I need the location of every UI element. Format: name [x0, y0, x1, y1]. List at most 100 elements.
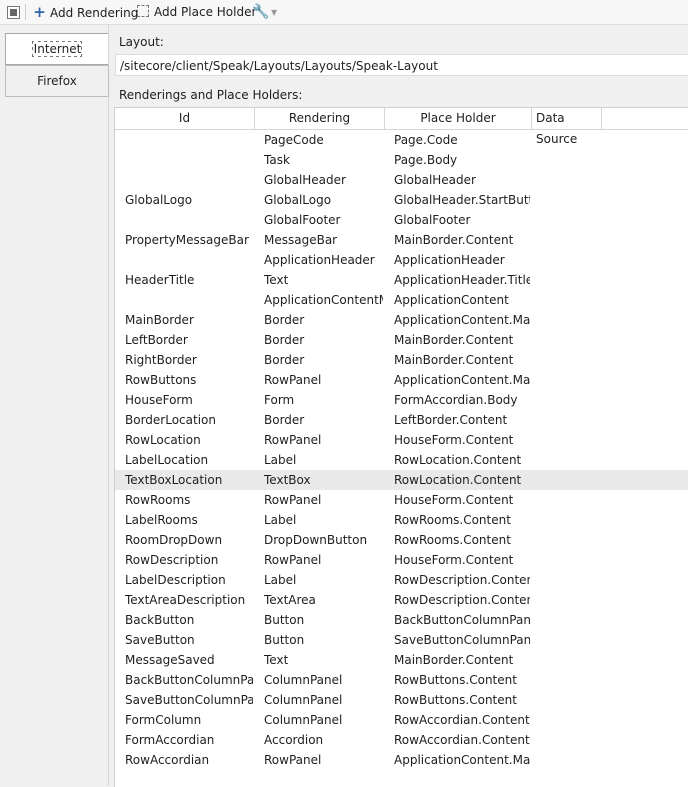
cell-id: SaveButtonColumnPane — [125, 693, 253, 707]
cell-id: RowButtons — [125, 373, 197, 387]
cell-id: LabelDescription — [125, 573, 226, 587]
table-row[interactable]: TextBoxLocation TextBox RowLocation.Conten… — [115, 470, 688, 490]
cell-placeholder: SaveButtonColumnPanel. — [394, 633, 530, 647]
cell-rendering: RowPanel — [264, 753, 322, 767]
cell-rendering: ColumnPanel — [264, 713, 343, 727]
cell-id: RowLocation — [125, 433, 201, 447]
toolbar-divider — [25, 4, 26, 20]
table-row[interactable]: MainBorder Border ApplicationContent.Main — [115, 310, 688, 330]
tab-internet-explorer[interactable]: Internet Explorer — [5, 33, 108, 87]
table-row[interactable]: FormColumn ColumnPanel RowAccordian.Conten… — [115, 710, 688, 730]
cell-placeholder: RowRooms.Content — [394, 513, 511, 527]
cell-rendering: ApplicationHeader — [264, 253, 375, 267]
table-row[interactable]: SaveButtonColumnPane ColumnPanel RowButton… — [115, 690, 688, 710]
table-row[interactable]: HeaderTitle Text ApplicationHeader.Title — [115, 270, 688, 290]
column-header-data-source[interactable]: Data Source — [532, 108, 602, 146]
table-row[interactable]: RowAccordian RowPanel ApplicationContent.M… — [115, 750, 688, 770]
cell-id: LabelLocation — [125, 453, 209, 467]
cell-placeholder: FormAccordian.Body — [394, 393, 518, 407]
table-row[interactable]: GlobalFooter GlobalFooter — [115, 210, 688, 230]
cell-rendering: TextArea — [264, 593, 316, 607]
cell-id: FormAccordian — [125, 733, 215, 747]
tab-label: Firefox — [37, 74, 77, 88]
placeholder-icon — [137, 5, 149, 17]
table-row[interactable]: RowDescription RowPanel HouseForm.Content — [115, 550, 688, 570]
table-row[interactable]: TextAreaDescription TextArea RowDescriptio… — [115, 590, 688, 610]
cell-rendering: Text — [264, 273, 289, 287]
cell-id: FormColumn — [125, 713, 202, 727]
cell-id: GlobalLogo — [125, 193, 193, 207]
cell-placeholder: RowDescription.Content — [394, 573, 530, 587]
cell-placeholder: RowRooms.Content — [394, 533, 511, 547]
cell-placeholder: RowButtons.Content — [394, 693, 517, 707]
cell-placeholder: ApplicationContent.Main — [394, 313, 530, 327]
cell-rendering: ApplicationContentMI — [264, 293, 383, 307]
table-row[interactable]: ApplicationHeader ApplicationHeader — [115, 250, 688, 270]
cell-placeholder: MainBorder.Content — [394, 233, 514, 247]
table-row[interactable]: BackButton Button BackButtonColumnPanel. — [115, 610, 688, 630]
cell-placeholder: HouseForm.Content — [394, 433, 514, 447]
table-row[interactable]: PageCode Page.Code — [115, 130, 688, 150]
table-row[interactable]: Task Page.Body — [115, 150, 688, 170]
cell-rendering: DropDownButton — [264, 533, 368, 547]
cell-id — [125, 210, 253, 230]
table-row[interactable]: LeftBorder Border MainBorder.Content — [115, 330, 688, 350]
cell-rendering: Task — [264, 153, 290, 167]
tab-firefox[interactable]: Firefox — [5, 65, 109, 97]
layout-path-field[interactable]: /sitecore/client/Speak/Layouts/Layouts/S… — [115, 54, 688, 76]
cell-placeholder: GlobalHeader.StartButton — [394, 193, 530, 207]
table-row[interactable]: RowButtons RowPanel ApplicationContent.Mai… — [115, 370, 688, 390]
cell-rendering: Text — [264, 653, 289, 667]
layout-details: Layout: /sitecore/client/Speak/Layouts/L… — [109, 25, 688, 787]
add-placeholder-button[interactable]: Add Place Holder — [137, 3, 256, 21]
cell-placeholder: RowLocation.Content — [394, 473, 522, 487]
table-row[interactable]: ApplicationContentMI ApplicationContent — [115, 290, 688, 310]
cell-placeholder: ApplicationContent — [394, 293, 509, 307]
cell-placeholder: GlobalHeader — [394, 173, 476, 187]
table-row[interactable]: BorderLocation Border LeftBorder.Content — [115, 410, 688, 430]
table-row[interactable]: RowRooms RowPanel HouseForm.Content — [115, 490, 688, 510]
cell-rendering: TextBox — [264, 473, 311, 487]
cell-id: RowDescription — [125, 553, 219, 567]
cell-placeholder: MainBorder.Content — [394, 353, 514, 367]
table-row[interactable]: BackButtonColumnPane ColumnPanel RowButton… — [115, 670, 688, 690]
add-rendering-button[interactable]: + Add Rendering — [33, 3, 138, 21]
column-header-id[interactable]: Id — [115, 108, 255, 129]
table-row[interactable]: LabelRooms Label RowRooms.Content — [115, 510, 688, 530]
cell-id: MainBorder — [125, 313, 194, 327]
table-row[interactable]: MessageSaved Text MainBorder.Content — [115, 650, 688, 670]
table-row[interactable]: LabelDescription Label RowDescription.Cont… — [115, 570, 688, 590]
table-row[interactable]: RightBorder Border MainBorder.Content — [115, 350, 688, 370]
chevron-down-icon[interactable]: ▼ — [271, 8, 277, 17]
cell-id — [125, 130, 253, 150]
menu-button[interactable] — [4, 3, 22, 21]
device-tabs: Internet Explorer Firefox — [0, 25, 109, 786]
column-header-placeholder[interactable]: Place Holder — [385, 108, 532, 129]
cell-id: BackButtonColumnPane — [125, 673, 253, 687]
cell-rendering: ColumnPanel — [264, 693, 343, 707]
table-row[interactable]: RowLocation RowPanel HouseForm.Content — [115, 430, 688, 450]
add-rendering-label: Add Rendering — [50, 6, 139, 20]
cell-placeholder: MainBorder.Content — [394, 653, 514, 667]
cell-id: RowRooms — [125, 493, 191, 507]
cell-placeholder: HouseForm.Content — [394, 553, 514, 567]
column-header-rendering[interactable]: Rendering — [255, 108, 385, 129]
cell-id: TextAreaDescription — [125, 593, 246, 607]
cell-placeholder: ApplicationHeader — [394, 253, 505, 267]
table-row[interactable]: FormAccordian Accordion RowAccordian.Conte… — [115, 730, 688, 750]
menu-icon — [7, 6, 20, 19]
cell-rendering: Border — [264, 313, 305, 327]
table-row[interactable]: RoomDropDown DropDownButton RowRooms.Conte… — [115, 530, 688, 550]
cell-rendering: Form — [264, 393, 295, 407]
table-row[interactable]: GlobalHeader GlobalHeader — [115, 170, 688, 190]
grid-header: Id Rendering Place Holder Data Source — [115, 108, 688, 146]
table-row[interactable]: LabelLocation Label RowLocation.Content — [115, 450, 688, 470]
table-row[interactable]: SaveButton Button SaveButtonColumnPanel. — [115, 630, 688, 650]
table-row[interactable]: PropertyMessageBar MessageBar MainBorder.C… — [115, 230, 688, 250]
wrench-icon[interactable]: 🔧 — [252, 3, 269, 21]
cell-id: RowAccordian — [125, 753, 210, 767]
table-row[interactable]: HouseForm Form FormAccordian.Body — [115, 390, 688, 410]
cell-rendering: PageCode — [264, 133, 324, 147]
table-row[interactable]: GlobalLogo GlobalLogo GlobalHeader.StartBu… — [115, 190, 688, 210]
add-placeholder-label: Add Place Holder — [154, 5, 257, 19]
